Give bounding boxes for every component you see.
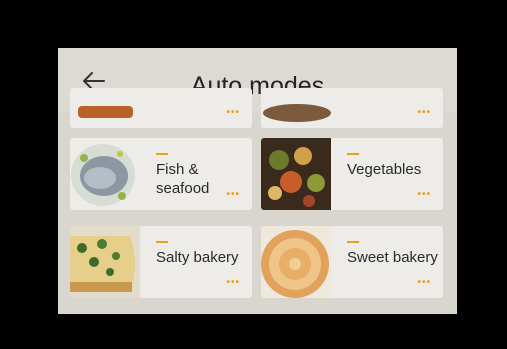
- mode-label: Fish & seafood: [156, 161, 210, 197]
- vegetables-dish-image: [261, 138, 331, 210]
- mode-label: Salty bakery: [156, 249, 239, 266]
- more-dots-icon[interactable]: •••: [417, 107, 431, 118]
- mode-card-vegetables[interactable]: Vegetables •••: [261, 138, 443, 210]
- mode-card-partial-left[interactable]: •••: [70, 88, 252, 128]
- mode-label: Vegetables: [347, 161, 422, 178]
- more-dots-icon[interactable]: •••: [226, 189, 240, 200]
- auto-modes-screen: Auto modes ••• ••• Fish & seafood ••• Ve…: [58, 48, 457, 314]
- accent-bar: [347, 153, 359, 155]
- mode-card-partial-right[interactable]: •••: [261, 88, 443, 128]
- mode-card-salty-bakery[interactable]: Salty bakery •••: [70, 226, 252, 298]
- dish-image: [263, 104, 331, 122]
- dish-image: [78, 106, 133, 118]
- accent-bar: [347, 241, 359, 243]
- mode-label: Sweet bakery: [347, 249, 438, 266]
- more-dots-icon[interactable]: •••: [417, 277, 431, 288]
- quiche-image: [70, 226, 140, 298]
- more-dots-icon[interactable]: •••: [226, 277, 240, 288]
- fish-dish-image: [71, 144, 135, 206]
- more-dots-icon[interactable]: •••: [226, 107, 240, 118]
- accent-bar: [156, 241, 168, 243]
- accent-bar: [156, 153, 168, 155]
- apple-tart-image: [261, 226, 331, 298]
- mode-card-sweet-bakery[interactable]: Sweet bakery •••: [261, 226, 443, 298]
- more-dots-icon[interactable]: •••: [417, 189, 431, 200]
- mode-card-fish-seafood[interactable]: Fish & seafood •••: [70, 138, 252, 210]
